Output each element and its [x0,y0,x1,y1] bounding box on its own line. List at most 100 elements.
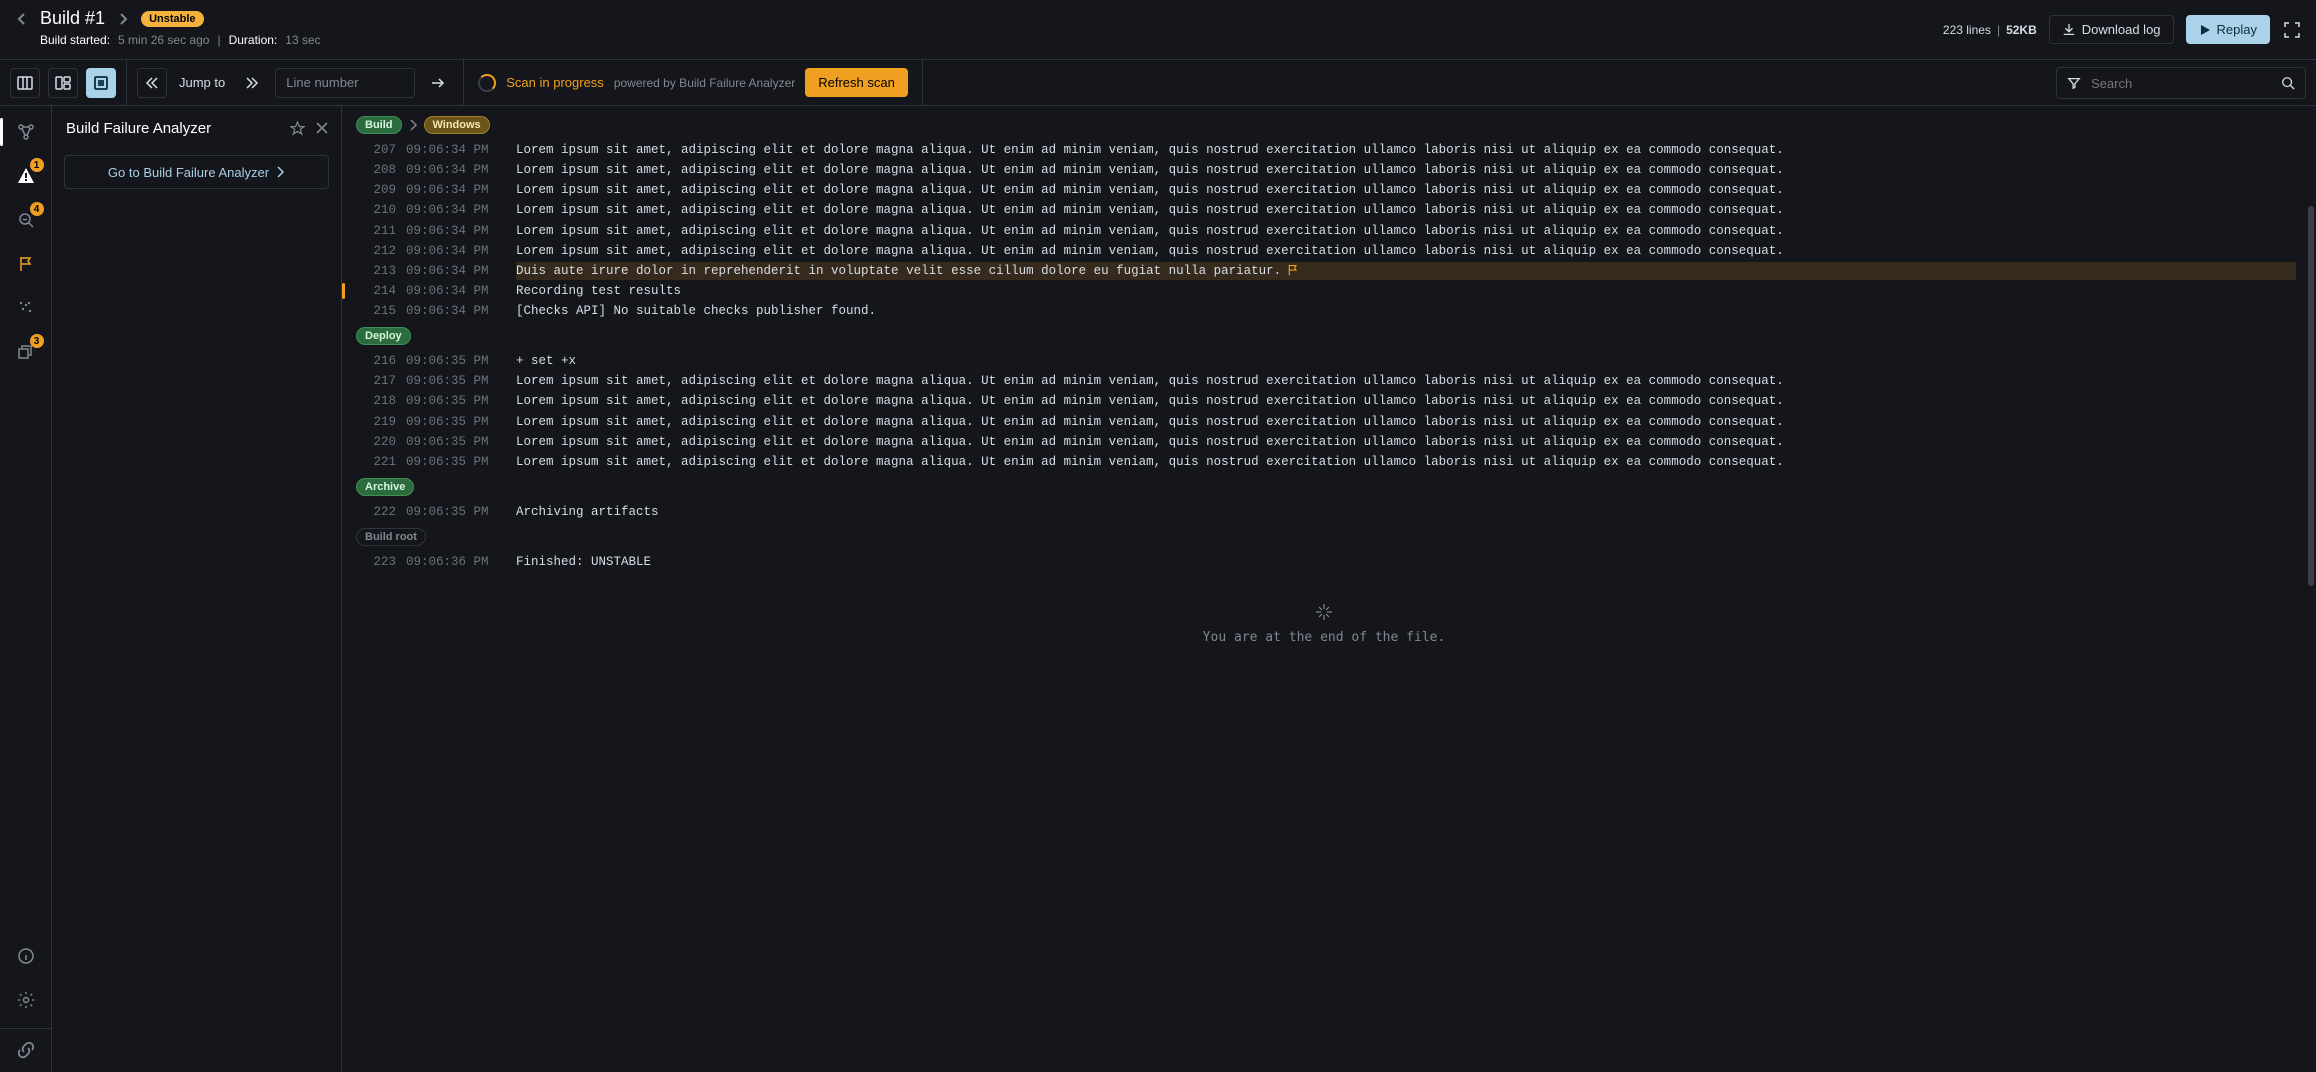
line-text: Lorem ipsum sit amet, adipiscing elit et… [516,222,2296,240]
line-timestamp: 09:06:34 PM [406,161,506,179]
view-columns-button[interactable] [10,68,40,98]
rail-settings-icon[interactable] [10,984,42,1016]
download-button[interactable]: Download log [2049,15,2174,44]
rail-pipeline-icon[interactable] [10,116,42,148]
jump-back-button[interactable] [137,68,167,98]
line-text: Lorem ipsum sit amet, adipiscing elit et… [516,372,2296,390]
scan-status: Scan in progress powered by Build Failur… [464,60,923,105]
log-line[interactable]: 21409:06:34 PMRecording test results [352,281,2296,301]
go-to-analyzer-button[interactable]: Go to Build Failure Analyzer [64,155,329,189]
log-line[interactable]: 22009:06:35 PMLorem ipsum sit amet, adip… [352,432,2296,452]
line-timestamp: 09:06:35 PM [406,453,506,471]
line-number: 211 [352,222,396,240]
log-line[interactable]: 21509:06:34 PM[Checks API] No suitable c… [352,301,2296,321]
end-of-file: You are at the end of the file. [352,602,2296,645]
search-input[interactable] [2089,75,2273,92]
line-timestamp: 09:06:35 PM [406,352,506,370]
view-list-button[interactable] [86,68,116,98]
rail-warnings-icon[interactable]: 1 [10,160,42,192]
rail-info-icon[interactable] [10,940,42,972]
line-number: 223 [352,553,396,571]
line-number: 214 [352,282,396,300]
line-number: 210 [352,201,396,219]
line-text: Archiving artifacts [516,503,2296,521]
log-line[interactable]: 21309:06:34 PMDuis aute irure dolor in r… [352,261,2296,281]
fullscreen-button[interactable] [2282,20,2302,40]
search-icon [2281,76,2295,90]
log-line[interactable]: 21109:06:34 PMLorem ipsum sit amet, adip… [352,221,2296,241]
section-pill[interactable]: Build root [356,528,426,546]
line-timestamp: 09:06:34 PM [406,282,506,300]
star-icon[interactable] [290,121,305,136]
line-text: + set +x [516,352,2296,370]
log-line[interactable]: 217 09:06:35 PM Lorem ipsum sit amet, adip… [352,371,2296,391]
duration-value: 13 sec [285,33,320,47]
log-line[interactable]: 20909:06:34 PMLorem ipsum sit amet, adip… [352,180,2296,200]
rail-link-icon[interactable] [0,1028,52,1060]
log-line[interactable]: 21209:06:34 PMLorem ipsum sit amet, adip… [352,241,2296,261]
line-number: 208 [352,161,396,179]
header: Build #1 Unstable Build started: 5 min 2… [0,0,2316,60]
jump-forward-button[interactable] [237,68,267,98]
search-box[interactable] [2056,67,2306,99]
line-timestamp: 09:06:36 PM [406,553,506,571]
line-number: 217 [352,372,396,390]
close-icon[interactable] [315,121,329,136]
log-scroll[interactable]: Build Windows 20709:06:34 PMLorem ipsum si… [342,106,2316,1072]
log-line[interactable]: 208 09:06:34 PM Lorem ipsum sit amet, adip… [352,160,2296,180]
lines-count: 223 lines [1943,23,1991,37]
breadcrumb-back-icon[interactable] [14,11,30,27]
breadcrumb-forward-icon[interactable] [115,11,131,27]
section-pill[interactable]: Archive [356,478,414,496]
log-line[interactable]: 216 09:06:35 PM + set +x [352,351,2296,371]
line-text: Lorem ipsum sit amet, adipiscing elit et… [516,201,2296,219]
line-text: Lorem ipsum sit amet, adipiscing elit et… [516,161,2296,179]
log-section-crumbs: Archive [356,478,2296,496]
line-timestamp: 09:06:35 PM [406,413,506,431]
section-pill[interactable]: Build [356,116,402,134]
replay-button[interactable]: Replay [2186,15,2270,44]
line-timestamp: 09:06:34 PM [406,201,506,219]
line-timestamp: 09:06:35 PM [406,392,506,410]
line-number: 216 [352,352,396,370]
chevron-right-icon [408,119,418,131]
log-line[interactable]: 210 09:06:34 PM Lorem ipsum sit amet, adip… [352,200,2296,220]
log-stats: 223 lines | 52KB [1943,23,2037,37]
line-text: Finished: UNSTABLE [516,553,2296,571]
line-timestamp: 09:06:35 PM [406,372,506,390]
page-title: Build #1 [40,8,105,29]
section-pill[interactable]: Windows [424,116,490,134]
line-number-placeholder: Line number [286,75,358,90]
size-count: 52KB [2006,23,2037,37]
eof-text: You are at the end of the file. [1203,630,1446,645]
log-line[interactable]: 22209:06:35 PMArchiving artifacts [352,502,2296,522]
rail-sparkle-icon[interactable] [10,292,42,324]
filter-icon [2067,76,2081,90]
line-number: 212 [352,242,396,260]
line-timestamp: 09:06:34 PM [406,242,506,260]
flag-icon[interactable] [1287,264,1299,276]
started-value: 5 min 26 sec ago [118,33,209,47]
icon-rail: 1 4 3 [0,106,52,1072]
rail-issues-badge: 4 [30,202,44,216]
line-number-input[interactable]: Line number [275,68,415,98]
line-go-button[interactable] [423,68,453,98]
line-number: 222 [352,503,396,521]
log-line[interactable]: 21909:06:35 PMLorem ipsum sit amet, adip… [352,412,2296,432]
log-line[interactable]: 22109:06:35 PMLorem ipsum sit amet, adip… [352,452,2296,472]
log-line[interactable]: 223 09:06:36 PM Finished: UNSTABLE [352,552,2296,572]
sparkle-icon [1314,602,1334,622]
log-line[interactable]: 20709:06:34 PMLorem ipsum sit amet, adip… [352,140,2296,160]
log-line[interactable]: 21809:06:35 PMLorem ipsum sit amet, adip… [352,391,2296,411]
rail-issues-icon[interactable]: 4 [10,204,42,236]
rail-flag-icon[interactable] [10,248,42,280]
scrollbar[interactable] [2308,206,2314,586]
section-pill[interactable]: Deploy [356,327,411,345]
rail-stacks-icon[interactable]: 3 [10,336,42,368]
line-text: [Checks API] No suitable checks publishe… [516,302,2296,320]
line-number: 209 [352,181,396,199]
refresh-scan-button[interactable]: Refresh scan [805,68,908,97]
status-badge: Unstable [141,11,203,27]
view-split-button[interactable] [48,68,78,98]
line-number: 218 [352,392,396,410]
